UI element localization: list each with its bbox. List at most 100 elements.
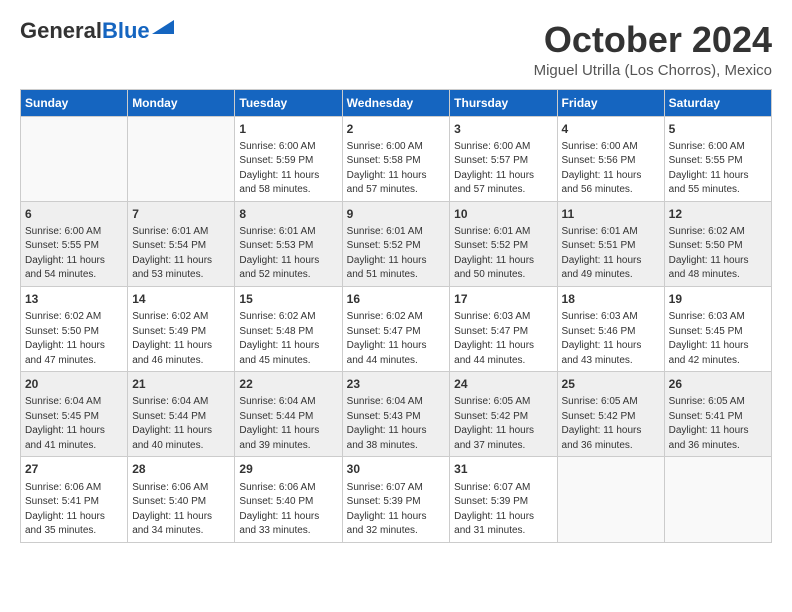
day-info: Sunrise: 6:06 AM Sunset: 5:40 PM Dayligh…: [239, 482, 319, 537]
day-info: Sunrise: 6:05 AM Sunset: 5:42 PM Dayligh…: [454, 396, 534, 451]
calendar-cell: 10 Sunrise: 6:01 AM Sunset: 5:52 PM Dayli…: [450, 201, 557, 286]
day-info: Sunrise: 6:01 AM Sunset: 5:54 PM Dayligh…: [132, 226, 212, 281]
weekday-header-row: SundayMondayTuesdayWednesdayThursdayFrid…: [21, 89, 772, 116]
day-info: Sunrise: 6:00 AM Sunset: 5:59 PM Dayligh…: [239, 141, 319, 196]
logo-blue: Blue: [102, 18, 150, 43]
day-info: Sunrise: 6:06 AM Sunset: 5:41 PM Dayligh…: [25, 482, 105, 537]
day-info: Sunrise: 6:05 AM Sunset: 5:42 PM Dayligh…: [562, 396, 642, 451]
day-number: 22: [239, 376, 337, 392]
day-info: Sunrise: 6:02 AM Sunset: 5:50 PM Dayligh…: [25, 311, 105, 366]
calendar-cell: 14 Sunrise: 6:02 AM Sunset: 5:49 PM Dayli…: [128, 286, 235, 371]
day-number: 3: [454, 121, 552, 137]
day-number: 14: [132, 291, 230, 307]
calendar-cell: 21Sunrise: 6:04 AM Sunset: 5:44 PM Dayli…: [128, 372, 235, 457]
calendar-cell: 7 Sunrise: 6:01 AM Sunset: 5:54 PM Daylig…: [128, 201, 235, 286]
calendar-week-row: 6 Sunrise: 6:00 AM Sunset: 5:55 PM Daylig…: [21, 201, 772, 286]
day-number: 28: [132, 461, 230, 477]
calendar-cell: 9 Sunrise: 6:01 AM Sunset: 5:52 PM Daylig…: [342, 201, 450, 286]
day-number: 27: [25, 461, 123, 477]
day-number: 4: [562, 121, 660, 137]
weekday-header-wednesday: Wednesday: [342, 89, 450, 116]
calendar-cell: 8 Sunrise: 6:01 AM Sunset: 5:53 PM Daylig…: [235, 201, 342, 286]
day-number: 17: [454, 291, 552, 307]
calendar-cell: 3 Sunrise: 6:00 AM Sunset: 5:57 PM Daylig…: [450, 116, 557, 201]
calendar-week-row: 20 Sunrise: 6:04 AM Sunset: 5:45 PM Dayli…: [21, 372, 772, 457]
weekday-header-friday: Friday: [557, 89, 664, 116]
calendar-cell: 29 Sunrise: 6:06 AM Sunset: 5:40 PM Dayli…: [235, 457, 342, 542]
day-number: 24: [454, 376, 552, 392]
weekday-header-tuesday: Tuesday: [235, 89, 342, 116]
day-info: Sunrise: 6:02 AM Sunset: 5:48 PM Dayligh…: [239, 311, 319, 366]
page-header: GeneralBlue October 2024 Miguel Utrilla …: [20, 20, 772, 79]
day-info: Sunrise: 6:04 AM Sunset: 5:45 PM Dayligh…: [25, 396, 105, 451]
day-info: Sunrise: 6:00 AM Sunset: 5:58 PM Dayligh…: [347, 141, 427, 196]
day-number: 2: [347, 121, 446, 137]
logo: GeneralBlue: [20, 20, 174, 42]
day-info: Sunrise: 6:02 AM Sunset: 5:50 PM Dayligh…: [669, 226, 749, 281]
calendar-cell: 2 Sunrise: 6:00 AM Sunset: 5:58 PM Daylig…: [342, 116, 450, 201]
day-info: Sunrise: 6:04 AM Sunset: 5:44 PM Dayligh…: [239, 396, 319, 451]
calendar-cell: 24 Sunrise: 6:05 AM Sunset: 5:42 PM Dayli…: [450, 372, 557, 457]
day-info: Sunrise: 6:01 AM Sunset: 5:52 PM Dayligh…: [454, 226, 534, 281]
day-info: Sunrise: 6:07 AM Sunset: 5:39 PM Dayligh…: [347, 482, 427, 537]
day-info: Sunrise: 6:01 AM Sunset: 5:52 PM Dayligh…: [347, 226, 427, 281]
calendar-cell: 13 Sunrise: 6:02 AM Sunset: 5:50 PM Dayli…: [21, 286, 128, 371]
calendar-cell: 28 Sunrise: 6:06 AM Sunset: 5:40 PM Dayli…: [128, 457, 235, 542]
logo-general: General: [20, 18, 102, 43]
day-number: 9: [347, 206, 446, 222]
calendar-cell: 25Sunrise: 6:05 AM Sunset: 5:42 PM Dayli…: [557, 372, 664, 457]
calendar-table: SundayMondayTuesdayWednesdayThursdayFrid…: [20, 89, 772, 543]
calendar-cell: 30Sunrise: 6:07 AM Sunset: 5:39 PM Dayli…: [342, 457, 450, 542]
calendar-cell: 4 Sunrise: 6:00 AM Sunset: 5:56 PM Daylig…: [557, 116, 664, 201]
calendar-cell: [664, 457, 771, 542]
calendar-cell: [557, 457, 664, 542]
calendar-week-row: 1 Sunrise: 6:00 AM Sunset: 5:59 PM Daylig…: [21, 116, 772, 201]
location-title: Miguel Utrilla (Los Chorros), Mexico: [534, 62, 772, 79]
day-info: Sunrise: 6:00 AM Sunset: 5:56 PM Dayligh…: [562, 141, 642, 196]
day-info: Sunrise: 6:02 AM Sunset: 5:47 PM Dayligh…: [347, 311, 427, 366]
day-number: 18: [562, 291, 660, 307]
calendar-cell: 16 Sunrise: 6:02 AM Sunset: 5:47 PM Dayli…: [342, 286, 450, 371]
day-info: Sunrise: 6:04 AM Sunset: 5:43 PM Dayligh…: [347, 396, 427, 451]
day-number: 16: [347, 291, 446, 307]
day-info: Sunrise: 6:06 AM Sunset: 5:40 PM Dayligh…: [132, 482, 212, 537]
day-number: 6: [25, 206, 123, 222]
calendar-cell: 5Sunrise: 6:00 AM Sunset: 5:55 PM Daylig…: [664, 116, 771, 201]
day-info: Sunrise: 6:03 AM Sunset: 5:45 PM Dayligh…: [669, 311, 749, 366]
day-info: Sunrise: 6:00 AM Sunset: 5:55 PM Dayligh…: [669, 141, 749, 196]
calendar-cell: 27 Sunrise: 6:06 AM Sunset: 5:41 PM Dayli…: [21, 457, 128, 542]
calendar-cell: 18 Sunrise: 6:03 AM Sunset: 5:46 PM Dayli…: [557, 286, 664, 371]
day-number: 19: [669, 291, 767, 307]
day-info: Sunrise: 6:01 AM Sunset: 5:51 PM Dayligh…: [562, 226, 642, 281]
day-number: 20: [25, 376, 123, 392]
calendar-cell: 19 Sunrise: 6:03 AM Sunset: 5:45 PM Dayli…: [664, 286, 771, 371]
day-info: Sunrise: 6:01 AM Sunset: 5:53 PM Dayligh…: [239, 226, 319, 281]
day-number: 8: [239, 206, 337, 222]
day-info: Sunrise: 6:00 AM Sunset: 5:57 PM Dayligh…: [454, 141, 534, 196]
day-info: Sunrise: 6:00 AM Sunset: 5:55 PM Dayligh…: [25, 226, 105, 281]
day-info: Sunrise: 6:05 AM Sunset: 5:41 PM Dayligh…: [669, 396, 749, 451]
calendar-week-row: 27 Sunrise: 6:06 AM Sunset: 5:41 PM Dayli…: [21, 457, 772, 542]
day-number: 1: [239, 121, 337, 137]
calendar-cell: 20 Sunrise: 6:04 AM Sunset: 5:45 PM Dayli…: [21, 372, 128, 457]
calendar-cell: 22 Sunrise: 6:04 AM Sunset: 5:44 PM Dayli…: [235, 372, 342, 457]
calendar-cell: [128, 116, 235, 201]
calendar-cell: 15Sunrise: 6:02 AM Sunset: 5:48 PM Dayli…: [235, 286, 342, 371]
title-block: October 2024 Miguel Utrilla (Los Chorros…: [534, 20, 772, 79]
day-number: 10: [454, 206, 552, 222]
logo-text: GeneralBlue: [20, 20, 150, 42]
day-number: 31: [454, 461, 552, 477]
calendar-cell: 31Sunrise: 6:07 AM Sunset: 5:39 PM Dayli…: [450, 457, 557, 542]
calendar-cell: 12Sunrise: 6:02 AM Sunset: 5:50 PM Dayli…: [664, 201, 771, 286]
day-number: 13: [25, 291, 123, 307]
calendar-cell: 17Sunrise: 6:03 AM Sunset: 5:47 PM Dayli…: [450, 286, 557, 371]
day-number: 7: [132, 206, 230, 222]
day-info: Sunrise: 6:02 AM Sunset: 5:49 PM Dayligh…: [132, 311, 212, 366]
day-number: 29: [239, 461, 337, 477]
calendar-cell: 26Sunrise: 6:05 AM Sunset: 5:41 PM Dayli…: [664, 372, 771, 457]
calendar-cell: 1 Sunrise: 6:00 AM Sunset: 5:59 PM Daylig…: [235, 116, 342, 201]
weekday-header-monday: Monday: [128, 89, 235, 116]
calendar-cell: [21, 116, 128, 201]
day-info: Sunrise: 6:03 AM Sunset: 5:46 PM Dayligh…: [562, 311, 642, 366]
month-title: October 2024: [534, 20, 772, 60]
